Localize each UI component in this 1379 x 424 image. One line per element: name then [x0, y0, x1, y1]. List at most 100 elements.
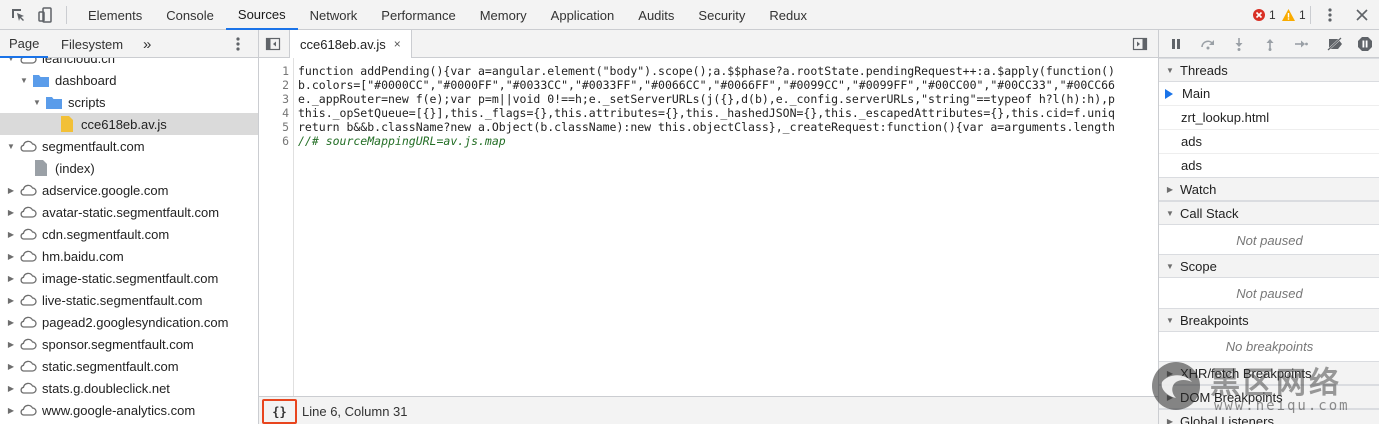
thread-item-main[interactable]: Main	[1159, 82, 1379, 106]
thread-item[interactable]: ads	[1159, 154, 1379, 178]
collapsed-arrow-icon: ▶	[1166, 184, 1174, 194]
call-stack-section-header[interactable]: ▼ Call Stack	[1159, 201, 1379, 225]
call-stack-title: Call Stack	[1180, 205, 1239, 221]
error-counter[interactable]: 1	[1253, 0, 1276, 30]
line-number[interactable]: 2	[282, 78, 289, 92]
line-number[interactable]: 6	[282, 134, 289, 148]
watch-section-header[interactable]: ▶ Watch	[1159, 177, 1379, 201]
pretty-print-button[interactable]: {}	[262, 399, 297, 424]
cloud-icon	[19, 270, 37, 286]
tree-item-domain[interactable]: ▶ adservice.google.com	[0, 179, 258, 201]
scope-section-header[interactable]: ▼ Scope	[1159, 254, 1379, 278]
tab-redux[interactable]: Redux	[757, 0, 819, 30]
nav-tab-filesystem[interactable]: Filesystem	[61, 30, 123, 58]
tree-item-domain[interactable]: ▶ static.segmentfault.com	[0, 355, 258, 377]
source-editor: cce618eb.av.js × 1 2 3 4 5 6 function ad…	[259, 30, 1158, 424]
tab-network[interactable]: Network	[298, 0, 370, 30]
tab-console[interactable]: Console	[154, 0, 226, 30]
navigator-menu-icon[interactable]	[236, 30, 240, 58]
tab-elements[interactable]: Elements	[76, 0, 154, 30]
collapsed-arrow-icon[interactable]: ▶	[6, 296, 16, 305]
tab-memory[interactable]: Memory	[468, 0, 539, 30]
collapsed-arrow-icon[interactable]: ▶	[6, 230, 16, 239]
tree-item-domain[interactable]: ▶ live-static.segmentfault.com	[0, 289, 258, 311]
tree-item-domain[interactable]: ▼ segmentfault.com	[0, 135, 258, 157]
tree-item-domain[interactable]: ▶ www.google-analytics.com	[0, 399, 258, 421]
code-line: this._opSetQueue=[{}],this._flags={},thi…	[298, 106, 1115, 120]
tree-item-domain[interactable]: ▶ image-static.segmentfault.com	[0, 267, 258, 289]
cloud-icon	[19, 314, 37, 330]
nav-tab-page[interactable]: Page	[0, 30, 49, 58]
tree-item-domain[interactable]: ▼ leancloud.cn	[0, 58, 258, 69]
more-options-icon[interactable]	[1316, 0, 1344, 30]
threads-section-header[interactable]: ▼ Threads	[1159, 58, 1379, 82]
warning-counter[interactable]: 1	[1282, 0, 1306, 30]
inspect-element-icon[interactable]	[4, 0, 32, 30]
tab-performance[interactable]: Performance	[369, 0, 467, 30]
step-over-icon[interactable]	[1197, 30, 1219, 58]
expanded-arrow-icon[interactable]: ▼	[19, 76, 29, 85]
collapsed-arrow-icon: ▶	[1166, 368, 1174, 378]
breakpoints-empty: No breakpoints	[1225, 338, 1314, 354]
more-tabs-icon[interactable]: »	[143, 30, 151, 58]
breakpoints-section-header[interactable]: ▼ Breakpoints	[1159, 308, 1379, 332]
line-number[interactable]: 5	[282, 120, 289, 134]
global-listeners-section-header[interactable]: ▶ Global Listeners	[1159, 409, 1379, 424]
tab-audits[interactable]: Audits	[626, 0, 686, 30]
close-devtools-icon[interactable]	[1348, 0, 1376, 30]
expanded-arrow-icon[interactable]: ▼	[6, 58, 16, 63]
step-out-icon[interactable]	[1259, 30, 1281, 58]
collapsed-arrow-icon[interactable]: ▶	[6, 274, 16, 283]
collapsed-arrow-icon[interactable]: ▶	[6, 318, 16, 327]
device-toolbar-icon[interactable]	[32, 0, 60, 30]
tab-sources[interactable]: Sources	[225, 0, 298, 30]
collapsed-arrow-icon[interactable]: ▶	[6, 252, 16, 261]
tree-item-file[interactable]: (index)	[0, 157, 258, 179]
tree-item-folder[interactable]: ▼ dashboard	[0, 69, 258, 91]
collapsed-arrow-icon[interactable]: ▶	[6, 186, 16, 195]
tree-item-label: (index)	[55, 160, 95, 176]
tree-item-domain[interactable]: ▶ hm.baidu.com	[0, 245, 258, 267]
dom-breakpoints-section-header[interactable]: ▶ DOM Breakpoints	[1159, 385, 1379, 409]
tab-security[interactable]: Security	[686, 0, 757, 30]
collapsed-arrow-icon[interactable]: ▶	[6, 406, 16, 415]
folder-icon	[32, 72, 50, 88]
thread-item[interactable]: ads	[1159, 130, 1379, 154]
collapsed-arrow-icon: ▶	[1166, 416, 1174, 424]
collapsed-arrow-icon[interactable]: ▶	[6, 384, 16, 393]
tree-item-domain[interactable]: ▶ stats.g.doubleclick.net	[0, 377, 258, 399]
tab-application[interactable]: Application	[539, 0, 627, 30]
deactivate-breakpoints-icon[interactable]	[1324, 30, 1346, 58]
toggle-navigator-icon[interactable]	[265, 36, 281, 55]
close-tab-icon[interactable]: ×	[394, 37, 401, 51]
tree-item-domain[interactable]: ▶ sponsor.segmentfault.com	[0, 333, 258, 355]
editor-file-tab[interactable]: cce618eb.av.js ×	[289, 30, 412, 58]
line-number[interactable]: 1	[282, 64, 289, 78]
collapsed-arrow-icon[interactable]: ▶	[6, 208, 16, 217]
step-into-icon[interactable]	[1228, 30, 1250, 58]
xhr-breakpoints-section-header[interactable]: ▶ XHR/fetch Breakpoints	[1159, 361, 1379, 385]
cloud-icon	[19, 138, 37, 154]
expanded-arrow-icon[interactable]: ▼	[32, 98, 42, 107]
pause-on-exceptions-icon[interactable]	[1354, 30, 1376, 58]
collapsed-arrow-icon[interactable]: ▶	[6, 340, 16, 349]
cloud-icon	[19, 336, 37, 352]
line-number[interactable]: 3	[282, 92, 289, 106]
step-icon[interactable]	[1290, 30, 1312, 58]
collapsed-arrow-icon[interactable]: ▶	[6, 362, 16, 371]
code-area[interactable]: 1 2 3 4 5 6 function addPending(){var a=…	[259, 58, 1158, 396]
error-count: 1	[1269, 8, 1276, 22]
line-gutter[interactable]: 1 2 3 4 5 6	[259, 58, 294, 396]
pause-icon[interactable]	[1165, 30, 1187, 58]
tree-item-domain[interactable]: ▶ pagead2.googlesyndication.com	[0, 311, 258, 333]
tree-item-file[interactable]: cce618eb.av.js	[0, 113, 258, 135]
expanded-arrow-icon: ▼	[1166, 208, 1174, 218]
line-number[interactable]: 4	[282, 106, 289, 120]
tree-item-domain[interactable]: ▶ cdn.segmentfault.com	[0, 223, 258, 245]
thread-item[interactable]: zrt_lookup.html	[1159, 106, 1379, 130]
tree-item-folder[interactable]: ▼ scripts	[0, 91, 258, 113]
tree-item-label: www.google-analytics.com	[42, 402, 196, 418]
expanded-arrow-icon[interactable]: ▼	[6, 142, 16, 151]
toggle-debugger-icon[interactable]	[1132, 36, 1148, 55]
tree-item-domain[interactable]: ▶ avatar-static.segmentfault.com	[0, 201, 258, 223]
